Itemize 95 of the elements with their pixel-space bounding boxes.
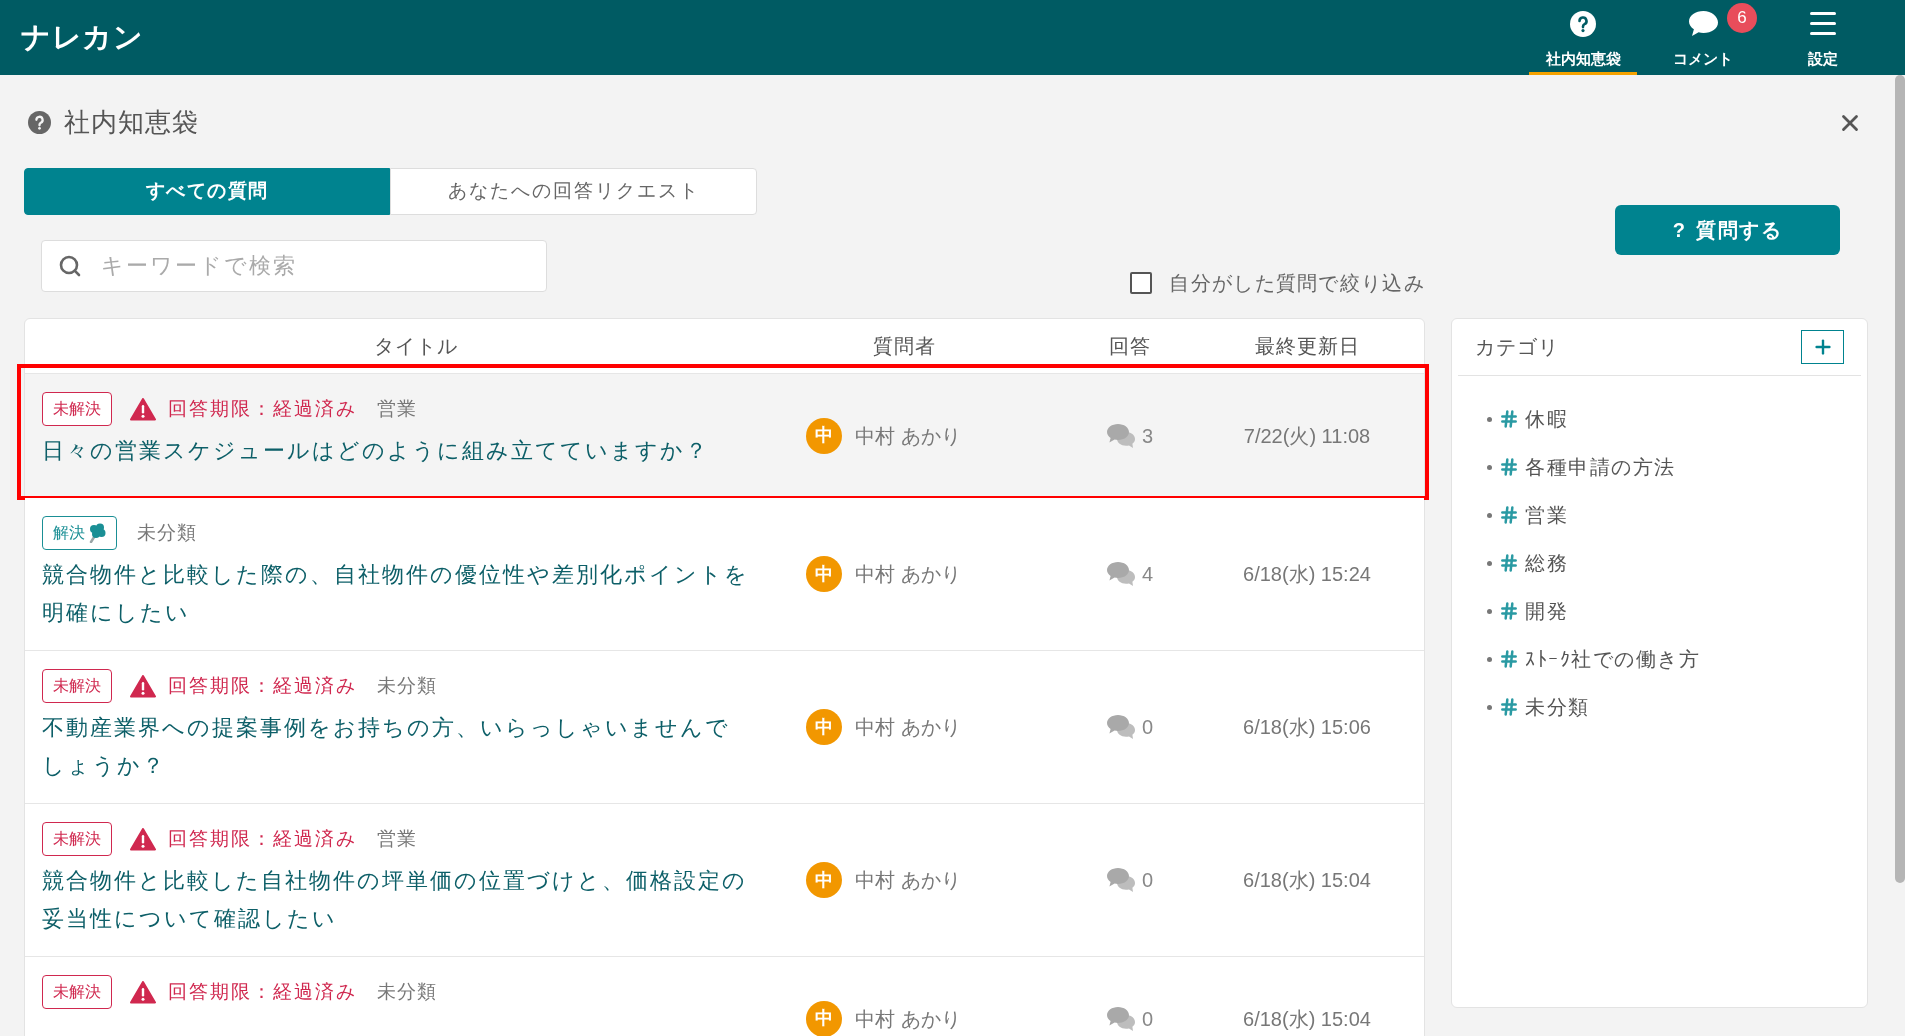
status-badge: 未解決 (42, 822, 112, 856)
tree-icon (88, 523, 106, 543)
hash-icon (1499, 601, 1519, 621)
column-header: 質問者 (872, 335, 936, 357)
column-header: タイトル (373, 335, 458, 357)
bullet-icon (1487, 512, 1492, 518)
category-label: 未分類 (137, 520, 197, 545)
bullet-icon (1487, 608, 1492, 614)
warning-icon (130, 980, 156, 1004)
app-logo[interactable]: ナレカン (21, 15, 143, 60)
deadline-text: 回答期限：経過済み (168, 826, 357, 851)
answer-count: 3 (1142, 423, 1154, 449)
search-icon (58, 254, 82, 278)
warning-icon (130, 397, 156, 421)
column-header: 最終更新日 (1254, 335, 1360, 357)
tab[interactable]: すべての質問 (24, 168, 390, 215)
deadline-text: 回答期限：経過済み (168, 979, 357, 1004)
help-icon (28, 111, 51, 134)
question-row[interactable]: 未解決 回答期限：経過済み 営業 日々の営業スケジュールはどのように組み立てていますか？ 中 中村 あかり 3 7/22(火) 11:08 (25, 374, 1424, 498)
comments-icon (1106, 561, 1136, 587)
category-link[interactable]: 休暇 (1525, 404, 1568, 434)
answer-count: 0 (1142, 715, 1154, 740)
deadline-text: 回答期限：経過済み (168, 396, 357, 421)
bullet-icon (1487, 464, 1492, 470)
avatar: 中 (806, 556, 842, 592)
bullet-icon (1487, 416, 1492, 422)
asker-name: 中村 あかり (855, 868, 961, 893)
answer-count: 0 (1142, 868, 1154, 893)
hash-icon (1499, 553, 1519, 573)
filter-checkbox[interactable] (1130, 272, 1153, 294)
tab[interactable]: あなたへの回答リクエスト (390, 168, 757, 215)
avatar: 中 (806, 709, 842, 745)
help-icon (1570, 10, 1596, 37)
question-title[interactable]: 競合物件と比較した際の、自社物件の優位性や差別化ポイントを明確にしたい (42, 556, 754, 632)
asker-name: 中村 あかり (855, 562, 961, 587)
status-badge: 解決 (42, 516, 117, 550)
category-link[interactable]: ｽﾄｰｸ社での働き方 (1525, 644, 1700, 674)
speech-bubble-icon (1687, 10, 1719, 37)
hash-icon (1499, 457, 1519, 477)
category-link[interactable]: 総務 (1525, 548, 1568, 578)
status-badge: 未解決 (42, 392, 112, 426)
category-label: 営業 (377, 826, 417, 851)
question-title[interactable]: 日々の営業スケジュールはどのように組み立てていますか？ (42, 432, 754, 470)
asker-name: 中村 あかり (855, 1006, 961, 1032)
question-row[interactable]: 解決 未分類 競合物件と比較した際の、自社物件の優位性や差別化ポイントを明確にしたい 中 中村 あかり 4 6/18(水) 15:24 (25, 498, 1424, 651)
ask-question-button[interactable]: ? 質問する (1615, 205, 1840, 255)
notification-badge: 6 (1727, 3, 1757, 33)
search-field[interactable]: キーワードで検索 (41, 240, 547, 292)
status-badge: 未解決 (42, 975, 112, 1009)
category-heading: カテゴリ (1475, 335, 1559, 360)
updated-date: 7/22(火) 11:08 (1243, 423, 1371, 449)
comments-icon (1106, 867, 1136, 893)
avatar: 中 (806, 862, 842, 898)
updated-date: 6/18(水) 15:04 (1243, 1006, 1371, 1032)
asker-name: 中村 あかり (855, 715, 961, 740)
avatar: 中 (806, 417, 842, 454)
answer-count: 4 (1142, 562, 1154, 587)
question-title[interactable]: 不動産業界への提案事例をお持ちの方、いらっしゃいませんでしょうか？ (42, 709, 754, 785)
column-header: 回答 (1109, 335, 1151, 357)
deadline-text: 回答期限：経過済み (168, 673, 357, 698)
comments-icon (1106, 422, 1136, 449)
hash-icon (1499, 409, 1519, 429)
updated-date: 6/18(水) 15:24 (1243, 562, 1371, 587)
warning-icon (130, 827, 156, 851)
updated-date: 6/18(水) 15:04 (1243, 868, 1371, 893)
add-category-button[interactable] (1801, 330, 1844, 364)
nav-tab[interactable]: 社内知恵袋 (1529, 0, 1637, 75)
scrollbar-thumb[interactable] (1895, 75, 1905, 883)
hash-icon (1499, 505, 1519, 525)
bullet-icon (1487, 656, 1492, 662)
status-badge: 未解決 (42, 669, 112, 703)
comments-icon (1106, 714, 1136, 740)
menu-icon (1810, 12, 1836, 35)
category-link[interactable]: 未分類 (1525, 692, 1590, 722)
category-label: 未分類 (377, 979, 437, 1004)
filter-label[interactable]: 自分がした質問で絞り込み (1169, 268, 1425, 298)
category-label: 営業 (377, 396, 417, 421)
comments-icon (1106, 1005, 1136, 1032)
category-label: 未分類 (377, 673, 437, 698)
avatar: 中 (806, 1000, 842, 1036)
hash-icon (1499, 649, 1519, 669)
question-title[interactable]: 競合物件と比較した自社物件の坪単価の位置づけと、価格設定の妥当性について確認したい (42, 862, 754, 938)
category-link[interactable]: 開発 (1525, 596, 1568, 626)
page-title: 社内知恵袋 (64, 106, 199, 139)
bullet-icon (1487, 704, 1492, 710)
nav-tab[interactable]: 設定 (1769, 0, 1877, 75)
category-link[interactable]: 各種申請の方法 (1525, 452, 1676, 482)
nav-tab[interactable]: コメント 6 (1649, 0, 1757, 75)
category-link[interactable]: 営業 (1525, 500, 1568, 530)
asker-name: 中村 あかり (855, 423, 961, 449)
answer-count: 0 (1142, 1006, 1154, 1032)
updated-date: 6/18(水) 15:06 (1243, 715, 1371, 740)
warning-icon (130, 674, 156, 698)
bullet-icon (1487, 560, 1492, 566)
hash-icon (1499, 697, 1519, 717)
